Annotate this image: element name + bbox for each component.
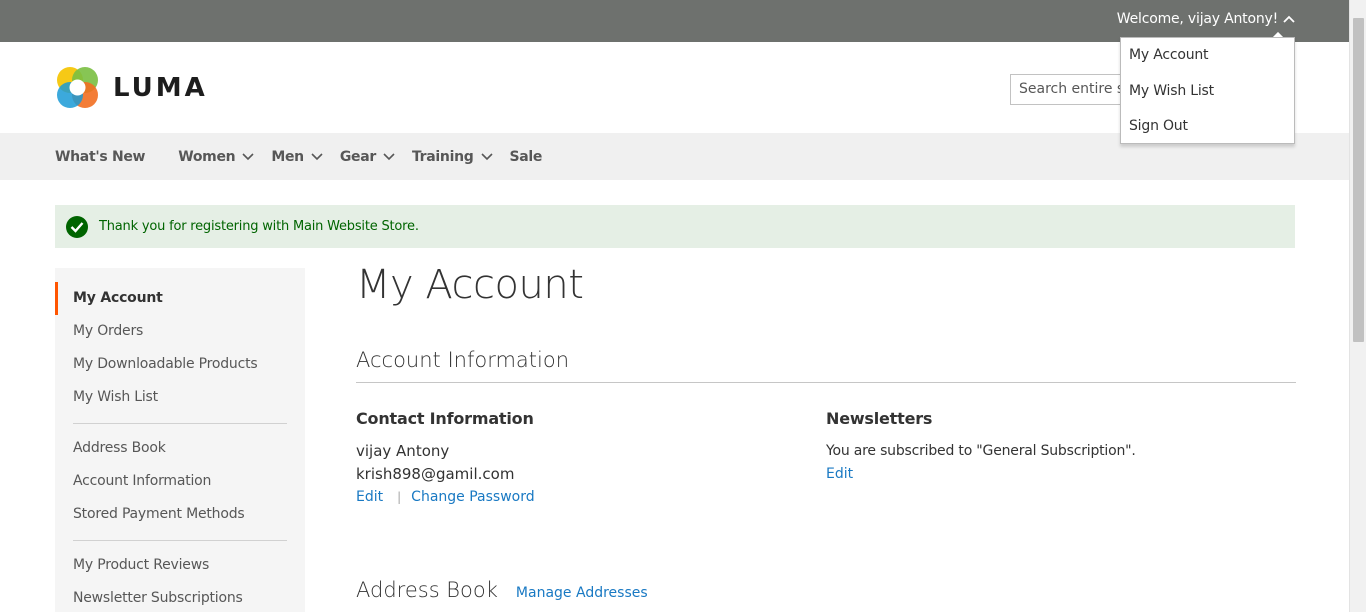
check-icon [66,215,88,238]
newsletter-status: You are subscribed to "General Subscript… [826,443,1136,459]
welcome-text: Welcome, vijay Antony! [1116,11,1278,27]
edit-contact-link[interactable]: Edit [356,489,383,505]
logo-text: LUMA [113,72,208,103]
newsletters-box: Newsletters You are subscribed to "Gener… [826,409,1296,505]
nav-label: Training [411,148,474,165]
sidebar-item-my-account: My Account [55,282,305,315]
menu-my-wish-list[interactable]: My Wish List [1121,74,1294,110]
manage-addresses-link[interactable]: Manage Addresses [516,585,648,601]
contact-information-box: Contact Information vijay Antony krish89… [356,409,826,505]
account-dropdown: My Account My Wish List Sign Out [1120,32,1295,145]
scrollbar-thumb[interactable] [1353,18,1364,342]
nav-label: Sale [509,148,543,165]
nav-training[interactable]: Training [412,149,493,165]
logo[interactable]: LUMA [55,65,208,110]
nav-men[interactable]: Men [271,149,323,165]
customer-welcome-toggle[interactable]: Welcome, vijay Antony! [1117,11,1295,27]
success-message: Thank you for registering with Main Webs… [55,205,1295,248]
nav-whats-new[interactable]: What's New [55,148,146,165]
chevron-down-icon [383,152,395,160]
sidebar-item-wish-list[interactable]: My Wish List [55,381,305,414]
link-separator: | [397,490,402,504]
chevron-down-icon [480,152,493,160]
change-password-link[interactable]: Change Password [411,489,534,505]
nav-gear[interactable]: Gear [340,149,395,165]
menu-sign-out[interactable]: Sign Out [1121,109,1294,145]
nav-sale[interactable]: Sale [510,149,543,165]
sidebar-divider [73,423,287,424]
contact-information-title: Contact Information [356,409,534,428]
luma-logo-icon [57,67,98,108]
sidebar-item-my-orders[interactable]: My Orders [55,315,305,348]
customer-name: vijay Antony [356,442,450,460]
top-bar: Welcome, vijay Antony! [0,0,1349,42]
sidebar-item-stored-payment-methods[interactable]: Stored Payment Methods [55,498,305,531]
menu-my-account[interactable]: My Account [1121,38,1294,74]
sidebar-item-product-reviews[interactable]: My Product Reviews [55,549,305,582]
sidebar-item-newsletter-subscriptions[interactable]: Newsletter Subscriptions [55,582,305,612]
account-sidebar: My Account My Orders My Downloadable Pro… [55,268,305,612]
edit-newsletter-link[interactable]: Edit [826,466,853,482]
page: Welcome, vijay Antony! LUMA Search entir… [0,0,1349,612]
success-message-text: Thank you for registering with Main Webs… [99,219,419,234]
nav-label: What's New [55,148,146,165]
section-title-account-information: Account Information [356,348,1296,383]
chevron-up-icon [1283,15,1295,23]
chevron-down-icon [242,152,254,160]
newsletters-title: Newsletters [826,409,933,428]
chevron-down-icon [311,152,323,160]
sidebar-item-address-book[interactable]: Address Book [55,432,305,465]
sidebar-divider [73,540,287,541]
sidebar-item-account-information[interactable]: Account Information [55,465,305,498]
nav-label: Men [271,148,304,165]
nav-women[interactable]: Women [178,149,254,165]
sidebar-item-downloadable-products[interactable]: My Downloadable Products [55,348,305,381]
page-title: My Account [356,262,584,308]
nav-label: Gear [339,148,376,165]
nav-label: Women [178,148,236,165]
address-book-title: Address Book [356,578,498,602]
vertical-scrollbar[interactable] [1349,0,1366,612]
main-content: My Account Account Information Contact I… [356,262,1296,602]
customer-email: krish898@gamil.com [356,465,515,483]
